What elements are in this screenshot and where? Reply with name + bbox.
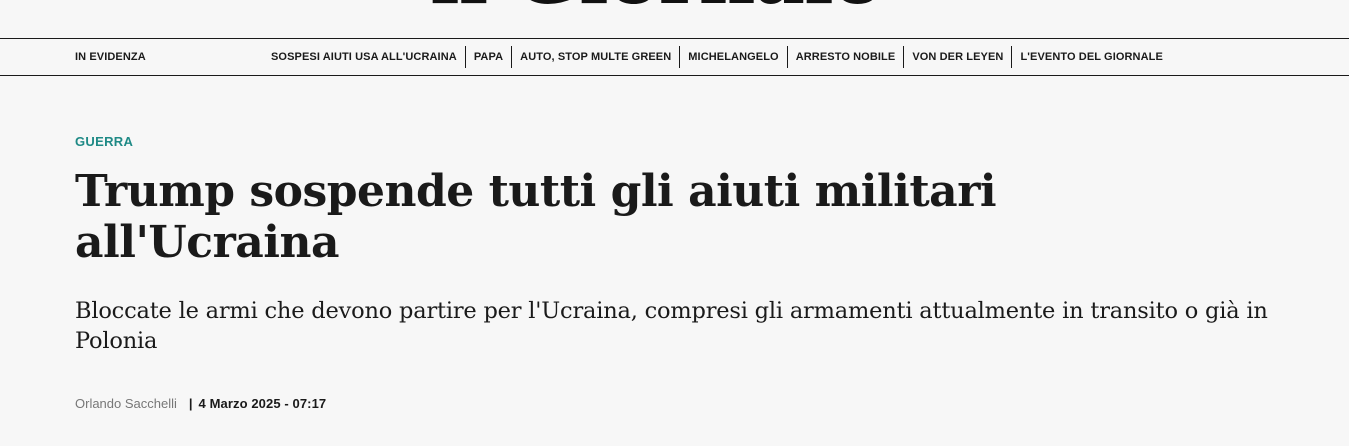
category-link[interactable]: GUERRA [75, 134, 133, 149]
byline: Orlando Sacchelli | 4 Marzo 2025 - 07:17 [75, 394, 326, 412]
site-logo[interactable]: il Giornale [430, 0, 920, 12]
nav-link-michelangelo[interactable]: MICHELANGELO [679, 46, 786, 68]
trending-links: SOSPESI AIUTI USA ALL'UCRAINA PAPA AUTO,… [263, 39, 1171, 75]
nav-link-evento-giornale[interactable]: L'EVENTO DEL GIORNALE [1011, 46, 1170, 68]
in-evidenza-label: IN EVIDENZA [75, 51, 146, 63]
masthead: il Giornale [0, 0, 1349, 38]
byline-separator: | [188, 395, 193, 411]
nav-link-auto-multe[interactable]: AUTO, STOP MULTE GREEN [511, 46, 679, 68]
in-evidenza-bar: IN EVIDENZA SOSPESI AIUTI USA ALL'UCRAIN… [0, 38, 1349, 76]
nav-link-von-der-leyen[interactable]: VON DER LEYEN [903, 46, 1011, 68]
nav-link-arresto-nobile[interactable]: ARRESTO NOBILE [786, 46, 904, 68]
publish-date: 4 Marzo 2025 - 07:17 [198, 395, 327, 411]
author-link[interactable]: Orlando Sacchelli [75, 396, 177, 411]
nav-link-sospesi-aiuti[interactable]: SOSPESI AIUTI USA ALL'UCRAINA [263, 46, 465, 68]
nav-link-papa[interactable]: PAPA [464, 46, 511, 68]
article-headline: Trump sospende tutti gli aiuti militari … [75, 166, 997, 268]
article-subheadline: Bloccate le armi che devono partire per … [75, 298, 1268, 354]
